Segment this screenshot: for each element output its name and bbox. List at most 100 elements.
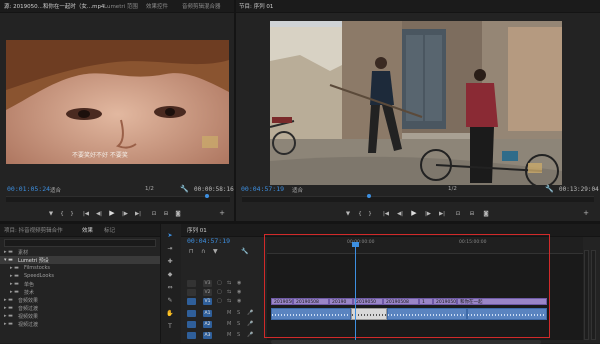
snap-icon[interactable]: ⊓: [189, 248, 194, 255]
hand-tool-icon[interactable]: ✋: [166, 310, 174, 318]
add-button-icon[interactable]: +: [218, 209, 226, 217]
list-item[interactable]: ▸ ▬ 素材: [0, 248, 160, 256]
track-label-a2[interactable]: A2: [203, 321, 212, 328]
step-forward-icon[interactable]: |▶: [121, 210, 129, 218]
track-target-a3[interactable]: [187, 332, 196, 339]
program-marker-icon[interactable]: ▼: [344, 210, 352, 218]
play-button[interactable]: ▶: [108, 209, 116, 217]
add-marker-icon[interactable]: ▼: [213, 248, 218, 255]
source-timecode[interactable]: 00:01:05:24: [7, 185, 50, 193]
track-target-v1[interactable]: [187, 298, 196, 305]
track-label-a3[interactable]: A3: [203, 332, 212, 339]
track-label-v1[interactable]: V1: [203, 298, 212, 305]
sync-icon[interactable]: ⇆: [227, 280, 231, 286]
solo-icon[interactable]: S: [237, 332, 240, 338]
solo-icon[interactable]: S: [237, 321, 240, 327]
sync-icon[interactable]: ⇆: [227, 289, 231, 295]
program-timecode[interactable]: 00:04:57:19: [241, 185, 284, 193]
source-scale-dropdown[interactable]: 1/2: [145, 186, 154, 192]
insert-icon[interactable]: ⊡: [150, 210, 158, 218]
tab-effects[interactable]: 效果: [82, 226, 93, 234]
program-export-frame-icon[interactable]: ◙: [482, 210, 490, 218]
program-time-ruler[interactable]: [242, 196, 594, 202]
track-target-v3[interactable]: [187, 280, 196, 287]
program-mark-out-icon[interactable]: }: [366, 210, 374, 218]
track-select-tool-icon[interactable]: ⇥: [166, 245, 174, 253]
program-scale-dropdown[interactable]: 1/2: [448, 186, 457, 192]
overwrite-icon[interactable]: ⊟: [162, 210, 170, 218]
track-target-a1[interactable]: [187, 310, 196, 317]
program-step-back-icon[interactable]: ◀|: [396, 210, 404, 218]
list-item[interactable]: ▸ ▬ 视频效果: [0, 312, 160, 320]
mute-icon[interactable]: M: [227, 332, 231, 338]
list-item[interactable]: ▸ ▬ 视频过渡: [0, 320, 160, 328]
mic-icon[interactable]: 🎤: [247, 332, 253, 338]
step-back-icon[interactable]: ◀|: [95, 210, 103, 218]
program-fit-dropdown[interactable]: 适合: [292, 186, 303, 194]
program-step-forward-icon[interactable]: |▶: [424, 210, 432, 218]
list-item[interactable]: ▸ ▬ 技术: [0, 288, 160, 296]
timeline-playhead[interactable]: [355, 244, 356, 340]
list-item[interactable]: ▸ ▬ SpeedLooks: [0, 272, 160, 280]
go-to-out-icon[interactable]: ▶|: [134, 210, 142, 218]
program-play-button[interactable]: ▶: [410, 209, 418, 217]
mark-out-icon[interactable]: }: [68, 210, 76, 218]
mark-in-icon[interactable]: {: [58, 210, 66, 218]
eye-icon[interactable]: ◉: [237, 280, 241, 286]
tab-effect-controls[interactable]: 效果控件: [146, 2, 168, 10]
list-item-selected[interactable]: ▾ ▬ Lumetri 预设: [0, 256, 160, 264]
slip-tool-icon[interactable]: ⇔: [166, 284, 174, 292]
razor-tool-icon[interactable]: ◆: [166, 271, 174, 279]
type-tool-icon[interactable]: T: [166, 323, 174, 331]
program-go-to-out-icon[interactable]: ▶|: [438, 210, 446, 218]
extract-icon[interactable]: ⊟: [468, 210, 476, 218]
track-target-v2[interactable]: [187, 289, 196, 296]
source-time-ruler[interactable]: [6, 196, 230, 202]
tab-source[interactable]: 源: 2019050...和你在一起时（女...mp4: [4, 2, 104, 10]
mic-icon[interactable]: 🎤: [247, 310, 253, 316]
selection-tool-icon[interactable]: ➤: [166, 232, 174, 240]
track-label-a1[interactable]: A1: [203, 310, 212, 317]
timeline-timecode[interactable]: 00:04:57:19: [187, 237, 230, 245]
effects-search-input[interactable]: [4, 239, 156, 247]
program-add-button-icon[interactable]: +: [582, 209, 590, 217]
sync-icon[interactable]: ⇆: [227, 298, 231, 304]
tab-program[interactable]: 节目: 序列 01: [239, 2, 273, 10]
export-frame-icon[interactable]: ◙: [174, 210, 182, 218]
mic-icon[interactable]: 🎤: [247, 321, 253, 327]
lift-icon[interactable]: ⊡: [454, 210, 462, 218]
program-mark-in-icon[interactable]: {: [356, 210, 364, 218]
track-target-a2[interactable]: [187, 321, 196, 328]
program-settings-icon[interactable]: 🔧: [545, 185, 554, 193]
source-settings-icon[interactable]: 🔧: [180, 185, 189, 193]
lock-icon[interactable]: ▢: [217, 280, 222, 286]
list-item[interactable]: ▸ ▬ 音频过渡: [0, 304, 160, 312]
tab-audio-clip-mixer[interactable]: 音频剪辑混合器: [182, 2, 221, 10]
linked-selection-icon[interactable]: ∩: [201, 248, 205, 255]
program-go-to-in-icon[interactable]: |◀: [382, 210, 390, 218]
solo-icon[interactable]: S: [237, 310, 240, 316]
lock-icon[interactable]: ▢: [217, 289, 222, 295]
list-item[interactable]: ▸ ▬ Filmstocks: [0, 264, 160, 272]
eye-icon[interactable]: ◉: [237, 298, 241, 304]
marker-icon[interactable]: ▼: [47, 210, 55, 218]
list-item[interactable]: ▸ ▬ 单色: [0, 280, 160, 288]
pen-tool-icon[interactable]: ✎: [166, 297, 174, 305]
source-fit-dropdown[interactable]: 适合: [50, 186, 61, 194]
list-item[interactable]: ▸ ▬ 音频效果: [0, 296, 160, 304]
tab-project[interactable]: 项目: 抖音视频剪辑合作: [4, 226, 63, 234]
timeline-playhead-handle[interactable]: [352, 242, 359, 247]
tab-markers[interactable]: 标记: [104, 226, 115, 234]
eye-icon[interactable]: ◉: [237, 289, 241, 295]
go-to-in-icon[interactable]: |◀: [82, 210, 90, 218]
source-playhead[interactable]: [205, 194, 209, 198]
tab-lumetri-scopes[interactable]: Lumetri 范围: [104, 2, 138, 10]
mute-icon[interactable]: M: [227, 310, 231, 316]
program-playhead[interactable]: [367, 194, 371, 198]
timeline-settings-icon[interactable]: 🔧: [241, 248, 248, 255]
ripple-edit-tool-icon[interactable]: ✚: [166, 258, 174, 266]
timeline-scrollbar[interactable]: [271, 340, 541, 344]
track-label-v2[interactable]: V2: [203, 289, 212, 296]
mute-icon[interactable]: M: [227, 321, 231, 327]
track-label-v3[interactable]: V3: [203, 280, 212, 287]
